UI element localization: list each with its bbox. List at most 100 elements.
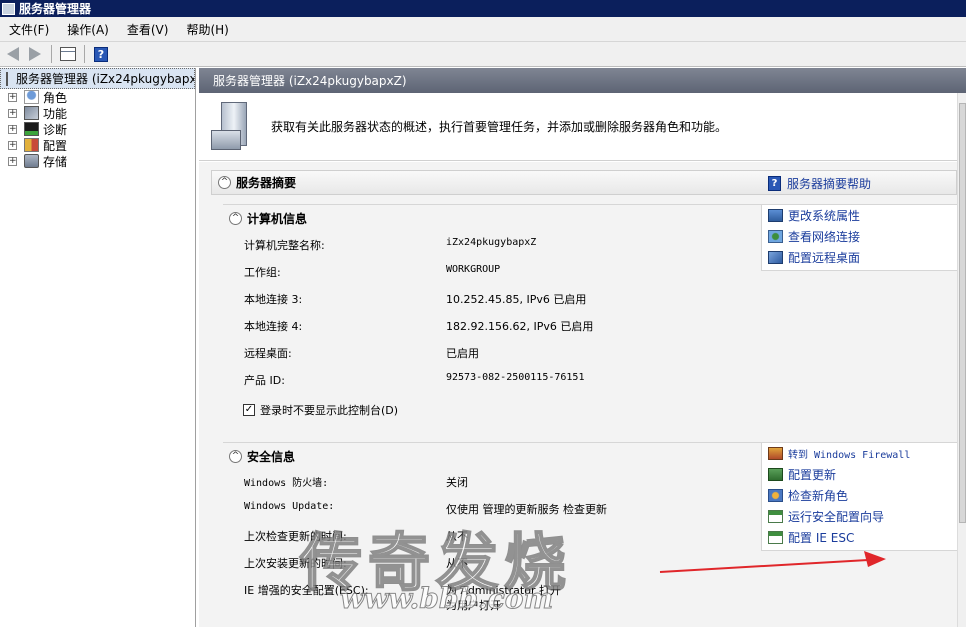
info-key: 计算机完整名称: (244, 239, 325, 252)
task-link-label: 检查新角色 (788, 489, 849, 503)
task-configure-remote-desktop[interactable]: 配置远程桌面 (762, 247, 957, 268)
info-value: 从不 (446, 530, 468, 543)
vertical-scrollbar[interactable] (957, 93, 966, 627)
info-key: 上次检查更新的时间: (244, 530, 347, 543)
info-key: 产品 ID: (244, 374, 285, 387)
task-configure-updates[interactable]: 配置更新 (762, 464, 957, 485)
main-pane: 服务器管理器 (iZx24pkugybapxZ) 获取有关此服务器状态的概述，执… (199, 68, 966, 627)
task-link-label: 配置更新 (788, 468, 837, 482)
info-value: iZx24pkugybapxZ (446, 237, 537, 248)
server-icon (6, 71, 8, 86)
show-hide-tree-button[interactable] (58, 45, 78, 64)
info-key: 本地连接 3: (244, 293, 303, 306)
help-icon: ? (94, 46, 108, 62)
tree-item-label: 功能 (43, 106, 68, 121)
console-tree-icon (60, 47, 76, 61)
computer-tasks-panel: 更改系统属性 查看网络连接 配置远程桌面 (761, 205, 957, 271)
security-info-section: ^ 安全信息 Windows 防火墙: 关闭 Windows Update: 仅… (223, 442, 957, 627)
info-key: Windows Update: (244, 501, 335, 512)
task-goto-windows-firewall[interactable]: 转到 Windows Firewall (762, 443, 957, 464)
tree-item-diagnostics[interactable]: + 诊断 (0, 121, 195, 137)
info-value: 仅使用 管理的更新服务 检查更新 (446, 503, 607, 516)
info-value: 为用户打开 (446, 599, 501, 612)
ie-esc-icon (768, 531, 783, 544)
security-tasks-panel: 转到 Windows Firewall 配置更新 检查新角色 运行安全配置向导 … (761, 443, 957, 551)
task-view-network-connections[interactable]: 查看网络连接 (762, 226, 957, 247)
roles-check-icon (768, 489, 783, 502)
collapse-chevron-icon[interactable]: ^ (229, 211, 242, 225)
tree-item-label: 存储 (43, 154, 68, 169)
title-bar: 服务器管理器 (0, 0, 966, 17)
tree-item-roles[interactable]: + 角色 (0, 89, 195, 105)
description-text: 获取有关此服务器状态的概述，执行首要管理任务，并添加或删除服务器角色和功能。 (271, 120, 728, 134)
computer-info-title: 计算机信息 (247, 211, 308, 226)
remote-desktop-icon (768, 251, 783, 264)
task-configure-ie-esc[interactable]: 配置 IE ESC (762, 527, 957, 548)
diagnostics-icon (24, 122, 39, 136)
server-summary-header[interactable]: ^ 服务器摘要 ? 服务器摘要帮助 (211, 170, 957, 195)
security-info-title: 安全信息 (247, 449, 296, 464)
scrollbar-thumb[interactable] (959, 103, 966, 523)
task-link-label: 更改系统属性 (788, 209, 861, 223)
info-value: 为 Administrator 打开 (446, 584, 561, 597)
tree-root-label: 服务器管理器 (iZx24pkugybapxZ) (16, 72, 195, 86)
tree-root-server-manager[interactable]: 服务器管理器 (iZx24pkugybapxZ) (0, 68, 195, 89)
forward-arrow-icon (29, 47, 41, 61)
tree-item-label: 角色 (43, 90, 68, 105)
menu-bar: 文件(F) 操作(A) 查看(V) 帮助(H) (0, 17, 966, 42)
info-key: Windows 防火墙: (244, 478, 329, 489)
server-summary-title: 服务器摘要 (236, 176, 297, 190)
collapse-chevron-icon[interactable]: ^ (218, 176, 231, 189)
info-value: 10.252.45.85, IPv6 已启用 (446, 293, 587, 306)
expand-icon[interactable]: + (8, 156, 17, 166)
task-link-label: 配置 IE ESC (788, 531, 855, 545)
description-banner: 获取有关此服务器状态的概述，执行首要管理任务，并添加或删除服务器角色和功能。 (199, 93, 957, 161)
task-link-label: 转到 Windows Firewall (788, 450, 911, 461)
expand-icon[interactable]: + (8, 140, 17, 150)
server-summary-help-link[interactable]: ? 服务器摘要帮助 (768, 175, 871, 192)
expand-icon[interactable]: + (8, 92, 17, 102)
features-icon (24, 106, 39, 120)
info-key: IE 增强的安全配置(ESC): (244, 584, 369, 597)
info-key: 工作组: (244, 266, 281, 279)
network-connections-icon (768, 230, 783, 243)
task-check-new-roles[interactable]: 检查新角色 (762, 485, 957, 506)
tree-item-storage[interactable]: + 存储 (0, 153, 195, 169)
dont-show-console-checkbox[interactable]: ✓ (243, 404, 255, 416)
info-key: 本地连接 4: (244, 320, 303, 333)
server-manager-icon (2, 2, 15, 15)
info-value: 92573-082-2500115-76151 (446, 372, 585, 383)
expand-icon[interactable]: + (8, 124, 17, 134)
back-button[interactable] (3, 45, 23, 64)
server-manager-large-icon (211, 101, 255, 152)
help-button[interactable]: ? (91, 45, 111, 64)
forward-button[interactable] (25, 45, 45, 64)
task-link-label: 运行安全配置向导 (788, 510, 885, 524)
toolbar-separator (51, 45, 52, 63)
task-change-system-properties[interactable]: 更改系统属性 (762, 205, 957, 226)
info-value: 关闭 (446, 476, 468, 489)
task-run-security-config-wizard[interactable]: 运行安全配置向导 (762, 506, 957, 527)
expand-icon[interactable]: + (8, 108, 17, 118)
menu-file[interactable]: 文件(F) (0, 21, 58, 38)
tree-item-features[interactable]: + 功能 (0, 105, 195, 121)
menu-view[interactable]: 查看(V) (118, 21, 178, 38)
roles-icon (24, 90, 39, 104)
info-key: 上次安装更新的时间: (244, 557, 347, 570)
console-tree: 服务器管理器 (iZx24pkugybapxZ) + 角色 + 功能 + 诊断 … (0, 68, 196, 627)
collapse-chevron-icon[interactable]: ^ (229, 449, 242, 463)
firewall-icon (768, 447, 783, 460)
info-value: 已启用 (446, 347, 479, 360)
security-wizard-icon (768, 510, 783, 523)
computer-info-section: ^ 计算机信息 计算机完整名称: iZx24pkugybapxZ 工作组: WO… (223, 204, 957, 438)
windows-update-icon (768, 468, 783, 481)
info-value: 182.92.156.62, IPv6 已启用 (446, 320, 594, 333)
tree-item-configuration[interactable]: + 配置 (0, 137, 195, 153)
red-annotation-arrow-icon (659, 551, 886, 573)
menu-help[interactable]: 帮助(H) (177, 21, 237, 38)
help-link-label: 服务器摘要帮助 (787, 177, 872, 191)
configuration-icon (24, 138, 39, 152)
dont-show-console-option[interactable]: ✓ 登录时不要显示此控制台(D) (243, 402, 398, 418)
main-header: 服务器管理器 (iZx24pkugybapxZ) (199, 68, 966, 93)
menu-action[interactable]: 操作(A) (58, 21, 118, 38)
